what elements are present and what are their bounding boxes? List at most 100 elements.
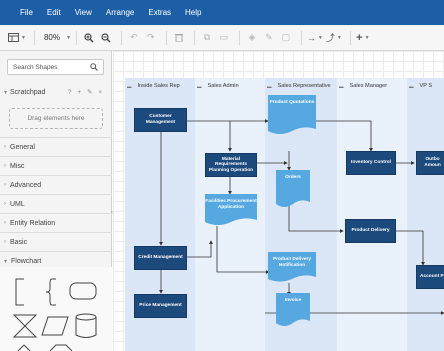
document-facilities-procurement[interactable]: Facilities Procurement Application <box>205 194 257 228</box>
to-back-icon[interactable]: ▭ <box>217 30 231 46</box>
process-price-management[interactable]: Price Management <box>134 294 187 318</box>
connector-facilities-to-notification[interactable] <box>216 226 270 274</box>
search-shapes-input[interactable]: Search Shapes <box>7 59 104 75</box>
terminator-shape-icon[interactable] <box>69 282 97 300</box>
section-general[interactable]: › General <box>0 137 112 156</box>
process-product-delivery[interactable]: Product Delivery <box>345 219 396 243</box>
document-product-delivery-notification[interactable]: Product Delivery Notification <box>268 252 316 284</box>
section-misc[interactable]: › Misc <box>0 156 112 175</box>
chevron-right-icon: › <box>4 163 6 169</box>
process-material-requirements[interactable]: Material Requirements Planning Operation <box>205 153 257 177</box>
toolbar: ▼ 80% ▼ ↶ ↷ ⧉ ▭ ◈ ✎ ▢ → ▼ ⤴ ▼ + ▼ <box>0 25 444 51</box>
section-entity-relation[interactable]: › Entity Relation <box>0 213 112 232</box>
search-icon[interactable] <box>90 63 98 73</box>
redo-icon[interactable]: ↷ <box>144 30 158 46</box>
connection-icon[interactable]: → ▼ <box>307 30 323 46</box>
zoom-in-icon[interactable] <box>82 30 96 46</box>
shape-label: Invoice <box>284 298 302 303</box>
process-account-p[interactable]: Account P <box>416 265 444 289</box>
shape-palette-svg <box>12 278 97 351</box>
menu-extras[interactable]: Extras <box>148 8 171 17</box>
collate-shape-icon[interactable] <box>12 314 38 338</box>
menu-file[interactable]: File <box>20 8 33 17</box>
chevron-right-icon: › <box>4 220 6 226</box>
menu-bar: File Edit View Arrange Extras Help <box>0 0 444 25</box>
shape-label: Facilities Procurement Application <box>205 199 257 210</box>
section-label: Entity Relation <box>10 219 56 227</box>
section-label: Flowchart <box>11 257 42 265</box>
toolbar-divider <box>33 30 35 45</box>
toolbar-divider <box>120 30 122 45</box>
database-shape-icon[interactable] <box>75 313 97 321</box>
search-placeholder: Search Shapes <box>13 64 58 71</box>
waypoints-icon[interactable]: ⤴ ▼ <box>326 30 342 46</box>
chevron-right-icon: › <box>4 239 6 245</box>
scratchpad-header[interactable]: ▾ Scratchpad ? + ✎ × <box>0 84 112 100</box>
shape-label: Product Delivery Notification <box>272 257 312 268</box>
shape-label: Product Delivery <box>351 228 390 234</box>
brace-shape-icon[interactable] <box>45 278 56 306</box>
menu-view[interactable]: View <box>75 8 92 17</box>
chevron-right-icon: › <box>4 201 6 207</box>
section-label: Advanced <box>10 181 42 189</box>
to-front-icon[interactable]: ⧉ <box>200 30 214 46</box>
menu-arrange[interactable]: Arrange <box>106 8 134 17</box>
document-product-quotations[interactable]: Product Quotations <box>268 95 316 137</box>
drop-hint: Drag elements here <box>27 115 85 122</box>
decision-shape-icon[interactable] <box>17 344 31 351</box>
fill-color-icon[interactable]: ◈ <box>245 30 259 46</box>
shape-label: Credit Management <box>138 255 183 261</box>
toolbar-divider <box>165 30 167 45</box>
document-invoice[interactable]: Invoice <box>276 293 310 329</box>
section-label: Basic <box>10 238 28 246</box>
insert-plus-icon[interactable]: + ▼ <box>356 30 370 46</box>
undo-icon[interactable]: ↶ <box>127 30 141 46</box>
shape-label: Inventory Control <box>351 160 391 166</box>
toolbar-divider <box>300 30 302 45</box>
toolbar-divider <box>75 30 77 45</box>
connector-credit-to-facilities[interactable] <box>187 240 213 258</box>
shape-label: Account P <box>420 274 444 280</box>
chevron-down-icon: ▾ <box>4 258 8 265</box>
display-shape-icon[interactable] <box>49 344 73 351</box>
section-label: UML <box>10 200 25 208</box>
zoom-out-icon[interactable] <box>99 30 113 46</box>
section-advanced[interactable]: › Advanced <box>0 175 112 194</box>
process-customer-management[interactable]: Customer Management <box>134 108 187 132</box>
shape-label: Customer Management <box>145 114 176 125</box>
section-basic[interactable]: › Basic <box>0 232 112 251</box>
section-uml[interactable]: › UML <box>0 194 112 213</box>
scratchpad-actions[interactable]: ? + ✎ × <box>68 88 104 96</box>
process-inventory-control[interactable]: Inventory Control <box>346 151 396 175</box>
chevron-down-icon[interactable]: ▾ <box>4 89 7 96</box>
shape-label: Outbo Amoun <box>424 157 441 168</box>
shape-label: Price Management <box>139 303 182 309</box>
scratchpad-drop-zone[interactable]: Drag elements here <box>9 108 103 129</box>
annotation-shape-icon[interactable] <box>15 278 24 306</box>
shape-label: Material Requirements Planning Operation <box>208 156 254 173</box>
toolbar-divider <box>349 30 351 45</box>
section-label: Misc <box>10 162 25 170</box>
page-view-icon[interactable]: ▼ <box>8 30 26 46</box>
line-color-icon[interactable]: ✎ <box>262 30 276 46</box>
chevron-down-icon[interactable]: ▼ <box>66 35 71 41</box>
connector-quotations-to-inventory[interactable] <box>316 120 373 152</box>
data-shape-icon[interactable] <box>41 316 69 336</box>
process-outbound-amount[interactable]: Outbo Amoun <box>416 151 444 175</box>
chevron-right-icon: › <box>4 144 6 150</box>
toolbar-divider <box>238 30 240 45</box>
menu-edit[interactable]: Edit <box>47 8 61 17</box>
shadow-icon[interactable]: ▢ <box>279 30 293 46</box>
toolbar-divider <box>193 30 195 45</box>
zoom-select[interactable]: 80% <box>44 33 60 42</box>
process-credit-management[interactable]: Credit Management <box>134 246 187 270</box>
delete-icon[interactable] <box>172 30 186 46</box>
connector-delivery-to-account[interactable] <box>396 230 425 266</box>
shape-label: Product Quotations <box>269 100 315 105</box>
menu-help[interactable]: Help <box>185 8 201 17</box>
chevron-right-icon: › <box>4 182 6 188</box>
flowchart-shape-palette <box>0 267 112 351</box>
scratchpad-label: Scratchpad <box>10 88 46 96</box>
document-orders[interactable]: Orders <box>276 170 310 210</box>
diagram-canvas[interactable]: ▬ Inside Sales Rep ▬ Sales Admin ▬ Sales Re… <box>113 51 444 351</box>
